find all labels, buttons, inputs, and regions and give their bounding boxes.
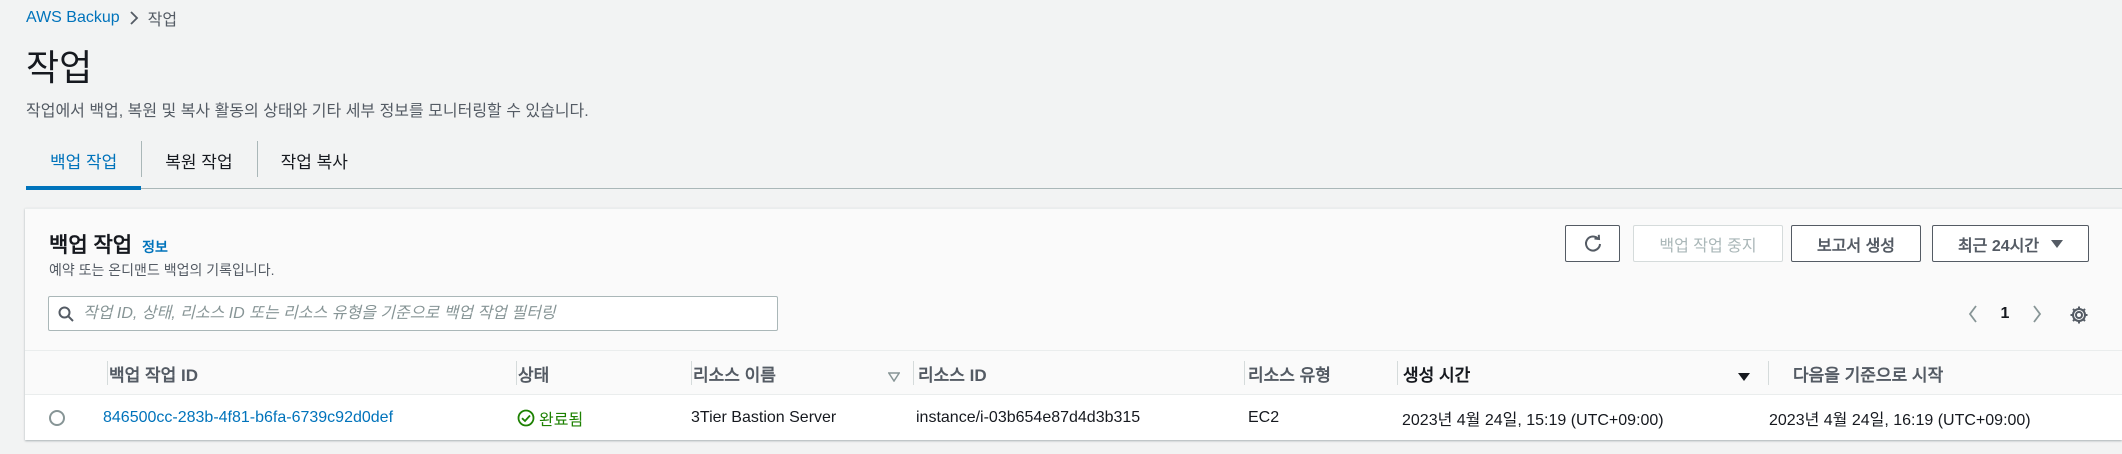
col-header-job-id[interactable]: 백업 작업 ID — [107, 351, 199, 395]
col-header-status[interactable]: 상태 — [516, 351, 550, 395]
table-header: 백업 작업 ID 상태 리소스 이름 리소스 ID 리소스 유형 생성 시간 다… — [25, 351, 2122, 395]
panel-title-wrap: 백업 작업 정보 — [49, 229, 168, 259]
job-id-link[interactable]: 846500cc-283b-4f81-b6fa-6739c92d0def — [103, 409, 393, 427]
column-divider — [516, 361, 517, 385]
row-select-radio[interactable] — [49, 410, 65, 426]
sort-caret-icon — [887, 367, 901, 387]
col-label-resource-id: 리소스 ID — [918, 365, 987, 385]
col-header-start-by[interactable]: 다음을 기준으로 시작 — [1768, 351, 1943, 395]
cell-resource-id: instance/i-03b654e87d4d3b315 — [916, 409, 1141, 426]
page-title: 작업 — [26, 47, 93, 88]
time-range-label: 최근 24시간 — [1957, 237, 2040, 255]
refresh-icon — [1584, 234, 1601, 252]
chevron-right-icon — [120, 8, 148, 28]
tab-copy-jobs[interactable]: 작업 복사 — [256, 132, 372, 188]
col-label-resource-name: 리소스 이름 — [693, 365, 776, 385]
cell-resource-type: EC2 — [1248, 409, 1280, 426]
cell-start-by: 2023년 4월 24일, 16:19 (UTC+09:00) — [1769, 412, 2031, 429]
create-report-button[interactable]: 보고서 생성 — [1791, 225, 1921, 262]
col-label-status: 상태 — [518, 365, 550, 385]
breadcrumb-current: 작업 — [147, 12, 178, 29]
tab-backup-jobs[interactable]: 백업 작업 — [26, 132, 142, 190]
info-link[interactable]: 정보 — [142, 237, 168, 257]
column-divider — [691, 361, 692, 385]
col-label-start-by: 다음을 기준으로 시작 — [1793, 365, 1944, 385]
panel-title: 백업 작업 — [49, 234, 133, 257]
col-label-created: 생성 시간 — [1403, 365, 1471, 385]
cell-job-id: 846500cc-283b-4f81-b6fa-6739c92d0def — [103, 395, 393, 441]
cell-status: 완료됨 — [517, 395, 583, 441]
column-divider — [1397, 361, 1398, 385]
col-header-resource-type[interactable]: 리소스 유형 — [1244, 351, 1331, 395]
status-success-icon — [517, 409, 535, 427]
col-header-resource-id[interactable]: 리소스 ID — [913, 351, 987, 395]
panel-description: 예약 또는 온디맨드 백업의 기록입니다. — [49, 262, 275, 278]
gear-icon[interactable] — [2066, 302, 2092, 328]
page-number[interactable]: 1 — [1985, 305, 2025, 323]
stop-backup-job-button[interactable]: 백업 작업 중지 — [1633, 225, 1783, 262]
time-range-dropdown[interactable]: 최근 24시간 — [1932, 225, 2089, 262]
col-label-job-id: 백업 작업 ID — [109, 365, 199, 385]
column-divider — [107, 361, 108, 385]
col-label-resource-type: 리소스 유형 — [1248, 365, 1331, 385]
row-select-radio-wrap — [49, 395, 65, 441]
column-divider — [1244, 361, 1245, 385]
panel-header: 백업 작업 정보 예약 또는 온디맨드 백업의 기록입니다. 백업 작업 중지 … — [25, 209, 2122, 351]
search-icon — [49, 297, 83, 330]
tab-restore-jobs[interactable]: 복원 작업 — [141, 132, 256, 188]
chevron-left-icon[interactable] — [1961, 301, 1985, 327]
caret-down-icon — [2051, 236, 2064, 252]
status-text: 완료됨 — [539, 412, 584, 429]
cell-resource-name: 3Tier Bastion Server — [691, 409, 837, 426]
backup-jobs-panel: 백업 작업 정보 예약 또는 온디맨드 백업의 기록입니다. 백업 작업 중지 … — [25, 208, 2122, 440]
search-field — [48, 296, 778, 331]
column-divider — [1768, 361, 1769, 385]
tab-bar: 백업 작업 복원 작업 작업 복사 — [26, 132, 2122, 190]
page-description: 작업에서 백업, 복원 및 복사 활동의 상태와 기타 세부 정보를 모니터링할… — [26, 103, 589, 120]
chevron-right-icon[interactable] — [2025, 301, 2049, 327]
col-header-created[interactable]: 생성 시간 — [1397, 351, 1771, 395]
status-badge: 완료됨 — [517, 406, 583, 430]
col-header-resource-name[interactable]: 리소스 이름 — [691, 351, 915, 395]
cell-created: 2023년 4월 24일, 15:19 (UTC+09:00) — [1402, 412, 1664, 429]
table-row: 846500cc-283b-4f81-b6fa-6739c92d0def 완료됨… — [25, 395, 2122, 441]
pagination: 1 — [1961, 301, 2049, 327]
search-input[interactable] — [83, 297, 777, 330]
column-divider — [913, 361, 914, 385]
refresh-button[interactable] — [1565, 225, 1620, 262]
sort-caret-icon — [1738, 367, 1750, 387]
breadcrumb: AWS Backup 작업 — [26, 6, 177, 30]
breadcrumb-link-aws-backup[interactable]: AWS Backup — [26, 9, 120, 27]
